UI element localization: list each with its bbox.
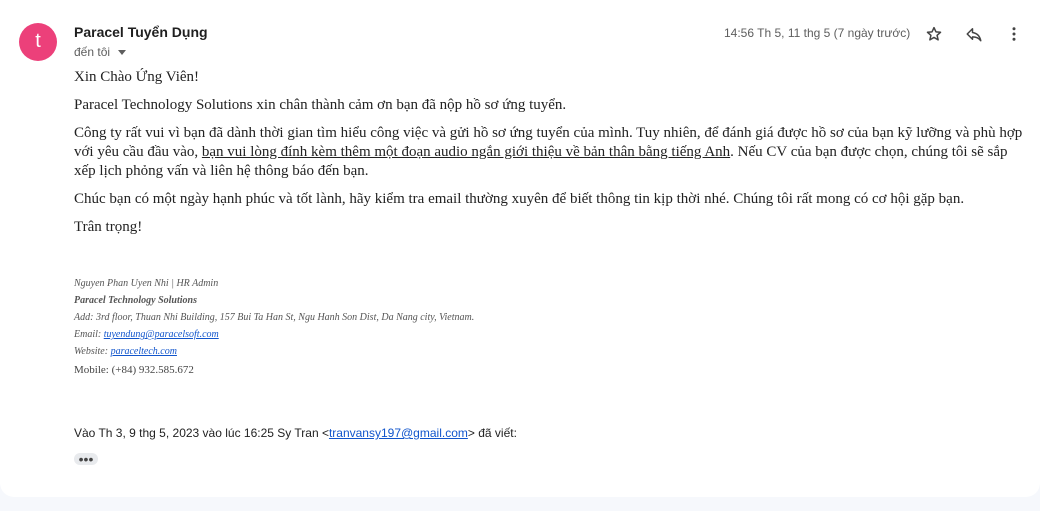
greeting: Xin Chào Ứng Viên! — [74, 69, 200, 85]
sender-avatar[interactable]: t — [19, 23, 57, 61]
body-paragraph: Paracel Technology Solutions xin chân th… — [74, 97, 567, 113]
email-message: t Paracel Tuyển Dụng đến tôi 14:56 Th 5,… — [0, 0, 1040, 497]
message-timestamp: 14:56 Th 5, 11 thg 5 (7 ngày trước) — [724, 26, 911, 40]
signature-website-row: Website: paraceltech.com — [74, 343, 474, 360]
signature-email-row: Email: tuyendung@paracelsoft.com — [74, 326, 474, 343]
signature-address: Add: 3rd floor, Thuan Nhi Building, 157 … — [74, 312, 475, 323]
quoted-header: Vào Th 3, 9 thg 5, 2023 vào lúc 16:25 Sy… — [74, 426, 517, 440]
quoted-suffix: > đã viết: — [467, 426, 517, 440]
website-label: Website: — [74, 346, 111, 357]
signature-company: Paracel Technology Solutions — [74, 295, 197, 306]
signature-email-link[interactable]: tuyendung@paracelsoft.com — [104, 329, 219, 340]
quoted-prefix: Vào Th 3, 9 thg 5, 2023 vào lúc 16:25 Sy… — [74, 426, 329, 440]
reply-icon — [966, 28, 982, 42]
email-signature: Nguyen Phan Uyen Nhi | HR Admin Paracel … — [74, 275, 474, 379]
body-paragraph: Chúc bạn có một ngày hạnh phúc và tốt là… — [74, 191, 965, 207]
signature-mobile: Mobile: (+84) 932.585.672 — [74, 364, 194, 376]
show-trimmed-content-button[interactable]: ••• — [74, 452, 98, 466]
message-body: Xin Chào Ứng Viên! Paracel Technology So… — [74, 68, 1029, 246]
reply-button[interactable] — [962, 22, 986, 46]
body-paragraph: Công ty rất vui vì bạn đã dành thời gian… — [74, 124, 1029, 181]
quoted-email-link[interactable]: tranvansy197@gmail.com — [329, 426, 468, 440]
signature-website-link[interactable]: paraceltech.com — [111, 346, 177, 357]
closing: Trân trọng! — [74, 219, 143, 235]
underlined-request: bạn vui lòng đính kèm thêm một đoạn audi… — [201, 144, 731, 160]
star-button[interactable] — [922, 22, 946, 46]
recipient-details-toggle[interactable]: đến tôi — [74, 45, 127, 59]
chevron-down-icon[interactable] — [118, 50, 127, 55]
more-vert-icon — [1012, 27, 1016, 41]
signature-name: Nguyen Phan Uyen Nhi | HR Admin — [74, 278, 219, 289]
recipient-label: đến tôi — [74, 45, 111, 59]
sender-name[interactable]: Paracel Tuyển Dụng — [74, 24, 208, 40]
more-options-button[interactable] — [1002, 22, 1026, 46]
star-icon — [926, 26, 942, 41]
email-label: Email: — [74, 329, 104, 340]
